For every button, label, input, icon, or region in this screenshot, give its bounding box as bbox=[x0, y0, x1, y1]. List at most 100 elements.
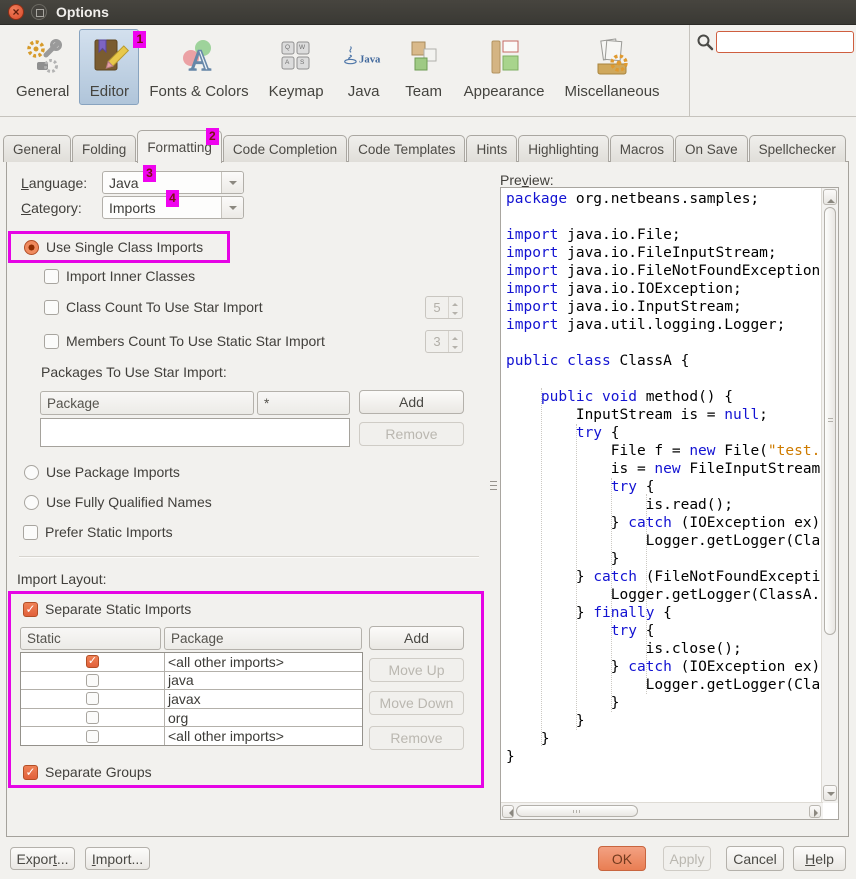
chevron-down-icon[interactable] bbox=[221, 172, 243, 193]
static-cell[interactable] bbox=[21, 653, 165, 671]
apply-button[interactable]: Apply bbox=[663, 846, 711, 871]
star-import-table-body[interactable] bbox=[40, 418, 350, 447]
layout-move-up-button[interactable]: Move Up bbox=[369, 658, 464, 682]
column-header-static[interactable]: Static bbox=[20, 627, 161, 650]
column-header-star[interactable]: * bbox=[257, 391, 350, 415]
prefer-static-imports-checkbox[interactable]: Prefer Static Imports bbox=[23, 524, 173, 540]
use-single-class-imports-radio[interactable]: Use Single Class Imports bbox=[24, 239, 203, 255]
tab-spellchecker[interactable]: Spellchecker bbox=[749, 135, 846, 162]
toolbar-item-team[interactable]: Team bbox=[394, 29, 454, 105]
toolbar-item-appearance[interactable]: Appearance bbox=[454, 29, 555, 105]
table-row[interactable]: org bbox=[21, 709, 362, 728]
search-input[interactable] bbox=[716, 31, 854, 53]
static-cell[interactable] bbox=[21, 709, 165, 727]
spinner-down-icon[interactable] bbox=[449, 342, 462, 353]
toolbar-item-miscellaneous[interactable]: Miscellaneous bbox=[555, 29, 670, 105]
tab-macros[interactable]: Macros bbox=[610, 135, 674, 162]
spinner-up-icon[interactable] bbox=[449, 297, 462, 308]
export-button[interactable]: Export... bbox=[10, 847, 75, 870]
tab-code-templates[interactable]: Code Templates bbox=[348, 135, 465, 162]
checkbox-icon[interactable] bbox=[86, 674, 99, 687]
checkbox-icon[interactable] bbox=[44, 269, 59, 284]
layout-move-down-button[interactable]: Move Down bbox=[369, 691, 464, 715]
column-header-package[interactable]: Package bbox=[40, 391, 254, 415]
checkbox-label: Prefer Static Imports bbox=[45, 524, 173, 540]
star-add-button[interactable]: Add bbox=[359, 390, 464, 414]
scroll-left-icon[interactable] bbox=[502, 805, 514, 818]
horizontal-scrollbar[interactable] bbox=[501, 802, 823, 819]
table-row[interactable]: java bbox=[21, 672, 362, 691]
tab-code-completion[interactable]: Code Completion bbox=[223, 135, 347, 162]
checkbox-icon[interactable] bbox=[86, 730, 99, 743]
table-row[interactable]: <all other imports> bbox=[21, 727, 362, 745]
tab-general[interactable]: General bbox=[3, 135, 71, 162]
checkbox-label: Separate Groups bbox=[45, 764, 152, 780]
help-button[interactable]: Help bbox=[793, 846, 846, 871]
table-row[interactable]: javax bbox=[21, 690, 362, 709]
checkbox-icon[interactable] bbox=[23, 525, 38, 540]
tab-highlighting[interactable]: Highlighting bbox=[518, 135, 609, 162]
package-cell[interactable]: org bbox=[165, 709, 362, 727]
vertical-scrollbar-thumb[interactable] bbox=[824, 207, 836, 635]
horizontal-scrollbar-thumb[interactable] bbox=[516, 805, 638, 817]
close-icon[interactable]: × bbox=[8, 4, 24, 20]
layout-remove-button[interactable]: Remove bbox=[369, 726, 464, 750]
cancel-button[interactable]: Cancel bbox=[726, 846, 784, 871]
radio-label: Use Package Imports bbox=[46, 464, 180, 480]
toolbar-item-general[interactable]: General bbox=[6, 29, 79, 105]
members-count-static-star-checkbox[interactable]: Members Count To Use Static Star Import bbox=[44, 333, 325, 349]
star-remove-button[interactable]: Remove bbox=[359, 422, 464, 446]
tab-on-save[interactable]: On Save bbox=[675, 135, 748, 162]
radio-icon[interactable] bbox=[24, 495, 39, 510]
checkbox-icon[interactable] bbox=[44, 300, 59, 315]
preview-code-panel[interactable]: package org.netbeans.samples; import jav… bbox=[500, 187, 839, 820]
ok-button[interactable]: OK bbox=[598, 846, 646, 871]
static-cell[interactable] bbox=[21, 690, 165, 708]
vertical-scrollbar[interactable] bbox=[821, 188, 838, 803]
radio-icon[interactable] bbox=[24, 465, 39, 480]
spinner-up-icon[interactable] bbox=[449, 331, 462, 342]
title-bar: × Options bbox=[0, 0, 856, 25]
class-count-spinner[interactable]: 5 bbox=[425, 296, 463, 319]
table-row[interactable]: <all other imports> bbox=[21, 653, 362, 672]
package-cell[interactable]: <all other imports> bbox=[165, 727, 362, 745]
toolbar-item-keymap[interactable]: QWASKeymap bbox=[259, 29, 334, 105]
spinner-down-icon[interactable] bbox=[449, 308, 462, 319]
import-button[interactable]: Import... bbox=[85, 847, 150, 870]
toolbar-item-java[interactable]: JavaJava bbox=[334, 29, 394, 105]
class-count-star-import-checkbox[interactable]: Class Count To Use Star Import bbox=[44, 299, 263, 315]
import-inner-classes-checkbox[interactable]: Import Inner Classes bbox=[44, 268, 195, 284]
import-layout-table[interactable]: <all other imports>javajavaxorg<all othe… bbox=[20, 652, 363, 746]
use-package-imports-radio[interactable]: Use Package Imports bbox=[24, 464, 180, 480]
preview-code[interactable]: package org.netbeans.samples; import jav… bbox=[503, 190, 824, 802]
use-fully-qualified-names-radio[interactable]: Use Fully Qualified Names bbox=[24, 494, 212, 510]
checkbox-icon[interactable] bbox=[86, 711, 99, 724]
tab-folding[interactable]: Folding bbox=[72, 135, 136, 162]
checkbox-icon[interactable] bbox=[86, 655, 99, 668]
scroll-right-icon[interactable] bbox=[809, 805, 821, 818]
checkbox-icon[interactable] bbox=[86, 692, 99, 705]
scroll-down-icon[interactable] bbox=[823, 785, 837, 801]
separate-groups-checkbox[interactable]: Separate Groups bbox=[23, 764, 152, 780]
static-cell[interactable] bbox=[21, 727, 165, 745]
column-header-package[interactable]: Package bbox=[164, 627, 362, 650]
static-cell[interactable] bbox=[21, 672, 165, 690]
checkbox-icon[interactable] bbox=[23, 765, 38, 780]
tab-formatting[interactable]: Formatting2 bbox=[137, 130, 222, 163]
package-cell[interactable]: <all other imports> bbox=[165, 653, 362, 671]
maximize-icon[interactable] bbox=[31, 4, 47, 20]
scroll-up-icon[interactable] bbox=[823, 189, 837, 205]
package-cell[interactable]: java bbox=[165, 672, 362, 690]
package-cell[interactable]: javax bbox=[165, 690, 362, 708]
layout-add-button[interactable]: Add bbox=[369, 626, 464, 650]
toolbar-item-fonts-colors[interactable]: AFonts & Colors bbox=[139, 29, 258, 105]
members-count-spinner[interactable]: 3 bbox=[425, 330, 463, 353]
separate-static-imports-checkbox[interactable]: Separate Static Imports bbox=[23, 601, 191, 617]
radio-icon[interactable] bbox=[24, 240, 39, 255]
checkbox-icon[interactable] bbox=[44, 334, 59, 349]
toolbar-item-editor[interactable]: Editor1 bbox=[79, 29, 139, 105]
chevron-down-icon[interactable] bbox=[221, 197, 243, 218]
checkbox-icon[interactable] bbox=[23, 602, 38, 617]
splitter-grip[interactable] bbox=[490, 481, 497, 490]
tab-hints[interactable]: Hints bbox=[466, 135, 517, 162]
